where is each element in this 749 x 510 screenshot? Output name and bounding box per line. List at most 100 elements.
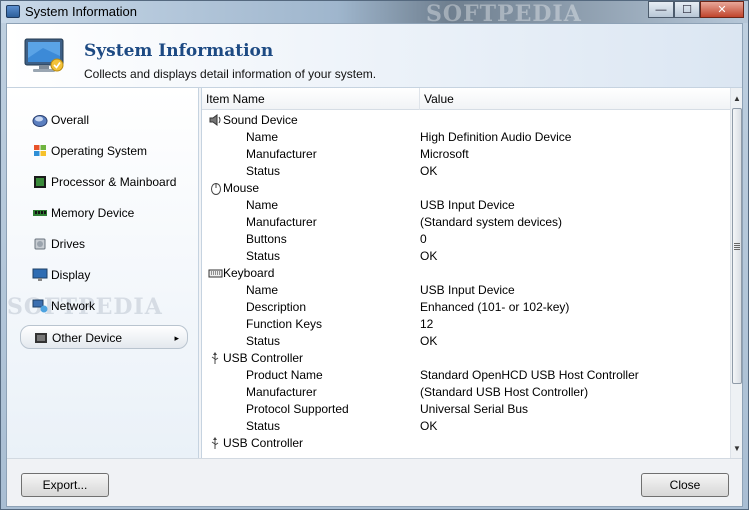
sidebar-item-label: Drives bbox=[51, 237, 86, 251]
column-header-item-name[interactable]: Item Name bbox=[202, 88, 420, 110]
property-row[interactable]: Function Keys 12 bbox=[202, 316, 731, 333]
device-group-label: Mouse bbox=[223, 181, 260, 195]
drive-icon bbox=[34, 238, 46, 250]
property-value: Standard OpenHCD USB Host Controller bbox=[420, 368, 639, 382]
display-icon bbox=[32, 268, 48, 281]
property-name: Function Keys bbox=[246, 317, 323, 331]
sidebar-item-label: Operating System bbox=[51, 144, 148, 158]
property-value: 12 bbox=[420, 317, 434, 331]
header-banner: System Information Collects and displays… bbox=[7, 24, 742, 88]
property-row[interactable]: Manufacturer Microsoft bbox=[202, 146, 731, 163]
keyboard-icon bbox=[208, 266, 223, 280]
sidebar-item-label: Memory Device bbox=[51, 206, 135, 220]
title-bar[interactable]: System Information SOFTPEDIA — ☐ ✕ bbox=[1, 1, 748, 27]
property-row[interactable]: Status OK bbox=[202, 248, 731, 265]
property-name: Manufacturer bbox=[246, 215, 317, 229]
minimize-button[interactable]: — bbox=[648, 1, 674, 18]
property-value: 0 bbox=[420, 232, 427, 246]
property-row[interactable]: Status OK bbox=[202, 333, 731, 350]
computer-monitor-icon bbox=[24, 38, 64, 72]
property-row[interactable]: Status OK bbox=[202, 418, 731, 435]
chevron-right-icon: ▸ bbox=[174, 333, 179, 343]
sidebar-item-drives[interactable]: Drives bbox=[20, 232, 188, 256]
footer-bar: Export... Close bbox=[7, 458, 742, 506]
windows-logo-icon bbox=[34, 145, 46, 156]
property-row[interactable]: Description Enhanced (101- or 102-key) bbox=[202, 299, 731, 316]
device-group-label: Sound Device bbox=[223, 113, 298, 127]
property-row[interactable]: Buttons 0 bbox=[202, 231, 731, 248]
property-row[interactable]: Manufacturer (Standard USB Host Controlle… bbox=[202, 384, 731, 401]
sidebar: SOFTPEDIA Overall Operating System Proce… bbox=[7, 88, 199, 458]
close-button[interactable]: Close bbox=[641, 473, 729, 497]
overall-icon bbox=[32, 115, 48, 127]
device-group-row[interactable]: Keyboard bbox=[202, 265, 731, 282]
scroll-grip-icon bbox=[734, 243, 740, 250]
window-title: System Information bbox=[25, 4, 137, 19]
property-name: Product Name bbox=[246, 368, 323, 382]
property-value: OK bbox=[420, 419, 438, 433]
property-name: Description bbox=[246, 300, 307, 314]
device-details-list[interactable]: Item Name Value Sound Device Name High Def… bbox=[201, 88, 742, 458]
scrollbar-thumb[interactable] bbox=[732, 108, 742, 384]
property-row[interactable]: Protocol Supported Universal Serial Bus bbox=[202, 401, 731, 418]
sidebar-item-memory-device[interactable]: Memory Device bbox=[20, 201, 188, 225]
sidebar-item-label: Display bbox=[51, 268, 91, 282]
network-icon bbox=[32, 299, 48, 313]
device-group-row[interactable]: Mouse bbox=[202, 180, 731, 197]
property-value: Microsoft bbox=[420, 147, 469, 161]
processor-chip-icon bbox=[34, 176, 46, 188]
scroll-down-arrow-icon[interactable]: ▼ bbox=[731, 442, 742, 456]
sidebar-item-label: Processor & Mainboard bbox=[51, 175, 177, 189]
page-title: System Information bbox=[84, 41, 274, 61]
property-row[interactable]: Status OK bbox=[202, 163, 731, 180]
usb-icon bbox=[208, 351, 223, 365]
property-row[interactable]: Product Name Standard OpenHCD USB Host Co… bbox=[202, 367, 731, 384]
property-value: OK bbox=[420, 164, 438, 178]
app-icon bbox=[6, 5, 20, 18]
client-area: System Information Collects and displays… bbox=[6, 23, 743, 507]
property-name: Status bbox=[246, 334, 281, 348]
property-value: USB Input Device bbox=[420, 198, 515, 212]
device-group-row[interactable]: Sound Device bbox=[202, 112, 731, 129]
device-group-label: USB Controller bbox=[223, 436, 304, 450]
sidebar-item-operating-system[interactable]: Operating System bbox=[20, 139, 188, 163]
property-name: Manufacturer bbox=[246, 147, 317, 161]
vertical-scrollbar[interactable]: ▲ ▼ bbox=[730, 88, 742, 458]
property-value: (Standard system devices) bbox=[420, 215, 563, 229]
property-value: OK bbox=[420, 249, 438, 263]
close-window-button[interactable]: ✕ bbox=[700, 1, 744, 18]
list-rows: Sound Device Name High Definition Audio De… bbox=[202, 112, 731, 452]
device-group-label: USB Controller bbox=[223, 351, 304, 365]
property-value: (Standard USB Host Controller) bbox=[420, 385, 589, 399]
sidebar-item-display[interactable]: Display bbox=[20, 263, 188, 287]
property-name: Buttons bbox=[246, 232, 287, 246]
export-button[interactable]: Export... bbox=[21, 473, 109, 497]
scroll-up-arrow-icon[interactable]: ▲ bbox=[731, 92, 742, 106]
property-row[interactable]: Name High Definition Audio Device bbox=[202, 129, 731, 146]
memory-module-icon bbox=[33, 210, 47, 216]
sidebar-item-label: Other Device bbox=[52, 331, 123, 345]
sidebar-item-overall[interactable]: Overall bbox=[20, 108, 188, 132]
property-value: Universal Serial Bus bbox=[420, 402, 529, 416]
property-row[interactable]: Manufacturer (Standard system devices) bbox=[202, 214, 731, 231]
page-subtitle: Collects and displays detail information… bbox=[84, 67, 377, 81]
usb-icon bbox=[208, 436, 223, 450]
property-name: Name bbox=[246, 130, 279, 144]
column-header-value[interactable]: Value bbox=[420, 88, 731, 110]
speaker-icon bbox=[208, 113, 223, 127]
property-name: Name bbox=[246, 283, 279, 297]
window-controls: — ☐ ✕ bbox=[648, 1, 744, 18]
property-name: Protocol Supported bbox=[246, 402, 349, 416]
property-row[interactable]: Name USB Input Device bbox=[202, 282, 731, 299]
sidebar-item-other-device[interactable]: Other Device ▸ bbox=[20, 325, 188, 349]
sidebar-item-label: Overall bbox=[51, 113, 90, 127]
system-information-window: System Information SOFTPEDIA — ☐ ✕ Syste… bbox=[0, 0, 749, 510]
column-header-row: Item Name Value bbox=[202, 88, 731, 110]
device-group-label: Keyboard bbox=[223, 266, 275, 280]
property-row[interactable]: Name USB Input Device bbox=[202, 197, 731, 214]
maximize-button[interactable]: ☐ bbox=[674, 1, 700, 18]
sidebar-item-processor-mainboard[interactable]: Processor & Mainboard bbox=[20, 170, 188, 194]
device-group-row[interactable]: USB Controller bbox=[202, 435, 731, 452]
device-group-row[interactable]: USB Controller bbox=[202, 350, 731, 367]
sidebar-item-network[interactable]: Network bbox=[20, 294, 188, 318]
